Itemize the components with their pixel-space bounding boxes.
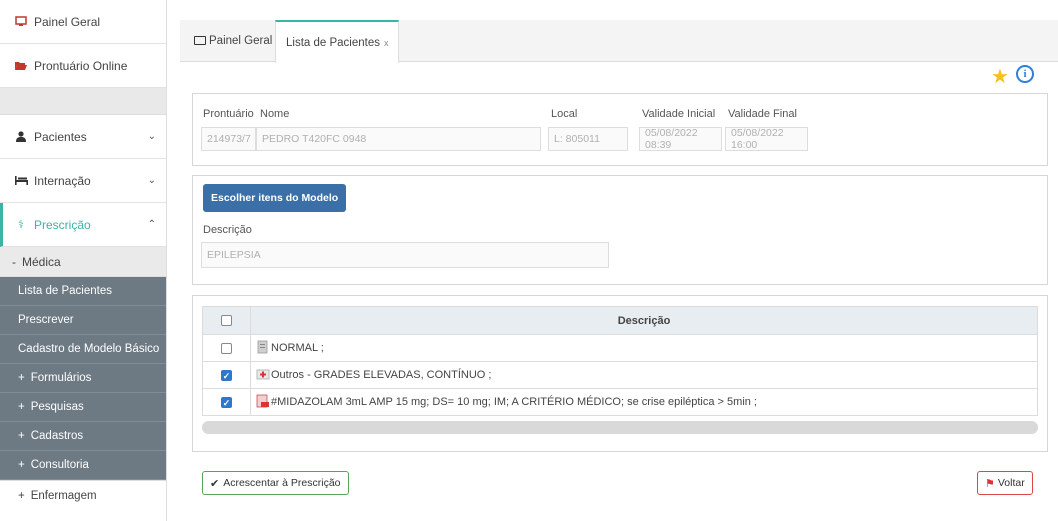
sidebar-group-formularios[interactable]: + Formulários [0, 364, 166, 393]
sidebar-subitem-medica[interactable]: - Médica [0, 247, 166, 277]
sidebar-item-painel-geral[interactable]: Painel Geral [0, 0, 166, 44]
validade-inicial-label: Validade Inicial [642, 108, 716, 120]
sidebar-item-label: Prescrição [34, 217, 91, 232]
row-text: #MIDAZOLAM 3mL AMP 15 mg; DS= 10 mg; IM;… [271, 395, 757, 408]
local-field: L: 805011 [548, 127, 628, 151]
info-icon[interactable]: i [1016, 65, 1034, 83]
sidebar: Painel Geral Prontuário Online Pacientes… [0, 0, 167, 521]
monitor-icon [14, 16, 28, 27]
patient-info-card: Prontuário Nome Local Validade Inicial V… [192, 93, 1048, 166]
row-checkbox[interactable] [221, 342, 232, 354]
star-icon[interactable]: ★ [991, 64, 1009, 89]
tab-lista-pacientes[interactable]: Lista de Pacientes x [275, 20, 400, 63]
sidebar-item-label: Prontuário Online [34, 58, 128, 73]
tab-label: Lista de Pacientes [286, 36, 380, 49]
row-text: NORMAL ; [271, 341, 324, 354]
folder-open-icon [14, 61, 28, 71]
escolher-itens-button[interactable]: Escolher itens do Modelo [203, 184, 347, 212]
sidebar-item-label: Pacientes [34, 129, 87, 144]
plus-icon: + [18, 459, 25, 471]
sidebar-item-internacao[interactable]: Internação ⌄ [0, 159, 166, 203]
select-all-checkbox[interactable] [221, 315, 232, 327]
chevron-down-icon: ⌄ [147, 175, 156, 186]
sidebar-link-cadastro-modelo[interactable]: Cadastro de Modelo Básico [0, 335, 166, 364]
row-checkbox-cell: ✓ [202, 388, 251, 416]
modelo-card: Escolher itens do Modelo Descrição EPILE… [192, 175, 1048, 285]
chevron-up-icon: ⌃ [147, 219, 156, 230]
table-row: ✓ #MIDAZOLAM 3mL AMP 15 mg; DS= 10 mg; I… [202, 388, 1038, 416]
descricao-field: EPILEPSIA [201, 242, 609, 268]
nome-label: Nome [260, 108, 290, 120]
row-checkbox-cell: ✓ [202, 361, 251, 389]
select-all-cell [202, 306, 251, 335]
sidebar-group-label: Enfermagem [30, 489, 97, 502]
row-description-cell: Outros - GRADES ELEVADAS, CONTÍNUO ; [250, 361, 1038, 389]
sidebar-item-label: Internação [34, 173, 91, 188]
document-icon [256, 340, 270, 354]
horizontal-scrollbar[interactable] [202, 421, 1038, 434]
nome-field: PEDRO T420FC 0948 [256, 127, 541, 151]
plus-icon: + [18, 372, 25, 384]
plus-icon: + [18, 430, 25, 442]
prontuario-field: 214973/7 [201, 127, 256, 151]
sidebar-group-cadastros[interactable]: + Cadastros [0, 422, 166, 451]
validade-final-label: Validade Final [728, 108, 797, 120]
sidebar-item-label: Painel Geral [34, 14, 101, 29]
sidebar-group-pesquisas[interactable]: + Pesquisas [0, 393, 166, 422]
sidebar-divider [0, 88, 166, 115]
check-icon: ✔ [210, 477, 220, 490]
row-description-cell: #MIDAZOLAM 3mL AMP 15 mg; DS= 10 mg; IM;… [250, 388, 1038, 416]
undo-icon: ⚑ [985, 477, 995, 490]
sidebar-group-label: Cadastros [30, 430, 84, 442]
bed-icon [14, 176, 28, 185]
sidebar-subitem-label: Médica [22, 254, 61, 269]
close-icon[interactable]: x [384, 38, 389, 48]
sidebar-item-pacientes[interactable]: Pacientes ⌄ [0, 115, 166, 159]
items-table-card: Descrição NORMAL ; ✓ Outros - GRADES ELE… [192, 295, 1048, 452]
table-row: NORMAL ; [202, 334, 1038, 362]
row-checkbox-cell [202, 334, 251, 362]
tab-label: Painel Geral [209, 35, 273, 47]
main-content: Painel Geral x Lista de Pacientes x ★ i … [180, 20, 1058, 521]
descricao-label: Descrição [203, 224, 252, 236]
validade-final-field: 05/08/2022 16:00 [725, 127, 808, 151]
table-header-row: Descrição [202, 306, 1038, 335]
acrescentar-prescricao-button[interactable]: ✔ Acrescentar à Prescrição [202, 471, 349, 495]
plus-icon: + [18, 489, 25, 502]
chevron-down-icon: ⌄ [147, 131, 156, 142]
sidebar-group-label: Consultoria [30, 459, 89, 471]
sidebar-item-prontuario-online[interactable]: Prontuário Online [0, 44, 166, 88]
voltar-button[interactable]: ⚑ Voltar [977, 471, 1033, 495]
medicine-icon [256, 394, 270, 408]
sidebar-group-consultoria[interactable]: + Consultoria [0, 451, 166, 480]
descricao-header: Descrição [250, 306, 1038, 335]
sidebar-group-enfermagem[interactable]: + Enfermagem [0, 480, 166, 510]
prontuario-label: Prontuário [203, 108, 254, 120]
sidebar-group-label: Pesquisas [30, 401, 84, 413]
tab-bar: Painel Geral x Lista de Pacientes x [180, 20, 1058, 63]
plus-icon: + [18, 401, 25, 413]
button-label: Acrescentar à Prescrição [223, 477, 341, 489]
sidebar-group-label: Formulários [30, 372, 92, 384]
medical-kit-icon [256, 367, 270, 381]
minus-icon: - [12, 254, 16, 269]
sidebar-item-prescricao[interactable]: ⚕ Prescrição ⌃ [0, 203, 166, 247]
stethoscope-icon: ⚕ [18, 219, 24, 231]
row-checkbox-checked[interactable]: ✓ [221, 369, 232, 381]
row-checkbox-checked[interactable]: ✓ [221, 396, 232, 408]
sidebar-link-prescrever[interactable]: Prescrever [0, 306, 166, 335]
row-description-cell: NORMAL ; [250, 334, 1038, 362]
button-label: Voltar [997, 477, 1025, 489]
user-icon [14, 131, 28, 142]
validade-inicial-field: 05/08/2022 08:39 [639, 127, 722, 151]
table-row: ✓ Outros - GRADES ELEVADAS, CONTÍNUO ; [202, 361, 1038, 389]
sidebar-link-lista-pacientes[interactable]: Lista de Pacientes [0, 277, 166, 306]
monitor-icon [194, 35, 206, 45]
row-text: Outros - GRADES ELEVADAS, CONTÍNUO ; [271, 368, 492, 381]
local-label: Local [551, 108, 578, 120]
items-table: Descrição NORMAL ; ✓ Outros - GRADES ELE… [202, 306, 1038, 416]
